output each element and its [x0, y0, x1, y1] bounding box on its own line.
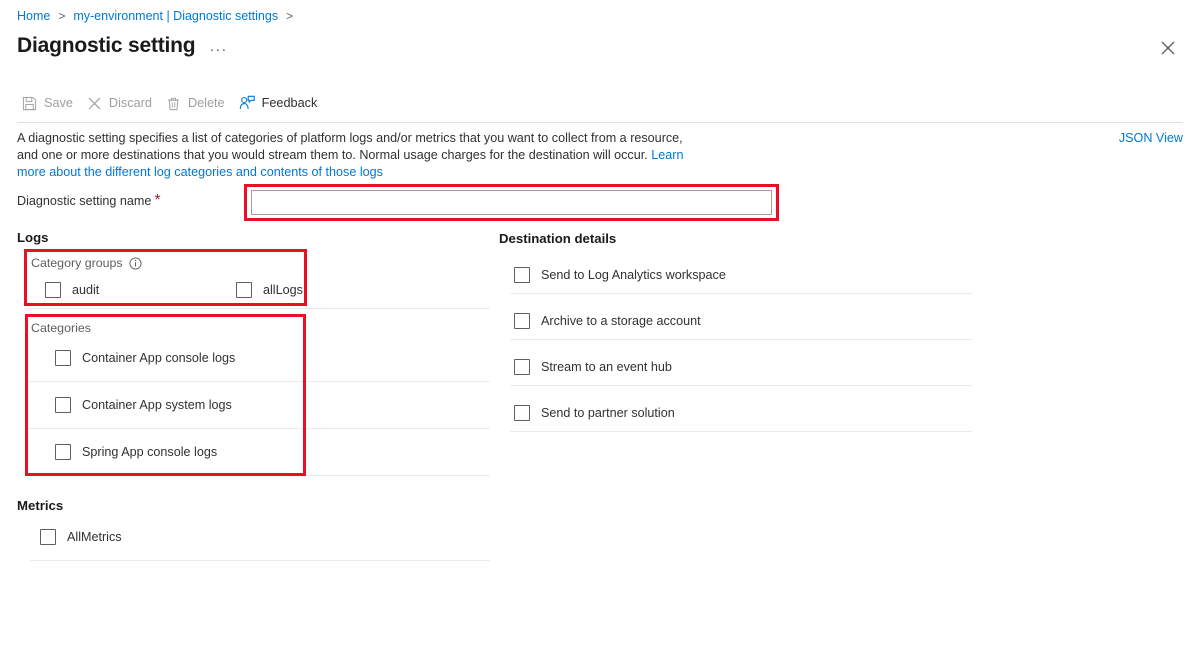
- checkbox-label-alllogs: allLogs: [263, 283, 303, 297]
- close-icon[interactable]: [1156, 36, 1180, 60]
- checkbox-label-send-to-partner-solution: Send to partner solution: [541, 406, 675, 420]
- toolbar-divider: [17, 122, 1183, 123]
- feedback-button-label: Feedback: [261, 96, 318, 110]
- checkbox-label-audit: audit: [72, 283, 100, 297]
- checkbox-archive-to-a-storage-account[interactable]: [514, 313, 530, 329]
- checkbox-label-container-app-console-logs: Container App console logs: [82, 351, 236, 365]
- checkbox-row-send-to-partner-solution[interactable]: Send to partner solution: [514, 405, 675, 421]
- discard-button[interactable]: Discard: [83, 93, 162, 114]
- command-bar: Save Discard Delete Feedback: [18, 92, 327, 114]
- checkbox-row-audit[interactable]: audit: [45, 282, 99, 298]
- checkbox-row-alllogs[interactable]: allLogs: [236, 282, 303, 298]
- more-options-button[interactable]: ···: [209, 35, 227, 58]
- save-button-label: Save: [44, 96, 73, 110]
- metrics-heading: Metrics: [17, 498, 64, 513]
- diagnostic-setting-name-input[interactable]: [251, 190, 772, 215]
- checkbox-row-container-app-system-logs[interactable]: Container App system logs: [55, 397, 232, 413]
- delete-button[interactable]: Delete: [162, 93, 235, 114]
- breadcrumb-item-home[interactable]: Home: [17, 8, 50, 24]
- checkbox-label-allmetrics: AllMetrics: [67, 530, 122, 544]
- json-view-link[interactable]: JSON View: [1119, 131, 1183, 145]
- checkbox-row-spring-app-console-logs[interactable]: Spring App console logs: [55, 444, 217, 460]
- info-icon[interactable]: [129, 256, 142, 270]
- divider-categories-1: [25, 381, 490, 382]
- checkbox-allmetrics[interactable]: [40, 529, 56, 545]
- checkbox-label-send-to-log-analytics-workspace: Send to Log Analytics workspace: [541, 268, 726, 282]
- checkbox-send-to-log-analytics-workspace[interactable]: [514, 267, 530, 283]
- checkbox-audit[interactable]: [45, 282, 61, 298]
- divider-destination-2: [510, 339, 972, 340]
- delete-icon: [166, 96, 181, 111]
- categories-label-text: Categories: [31, 321, 91, 335]
- category-groups-label: Category groups: [31, 256, 142, 270]
- checkbox-row-stream-to-an-event-hub[interactable]: Stream to an event hub: [514, 359, 672, 375]
- categories-label: Categories: [31, 321, 91, 335]
- checkbox-container-app-console-logs[interactable]: [55, 350, 71, 366]
- checkbox-send-to-partner-solution[interactable]: [514, 405, 530, 421]
- checkbox-container-app-system-logs[interactable]: [55, 397, 71, 413]
- logs-heading: Logs: [17, 230, 49, 245]
- breadcrumb: Home > my-environment | Diagnostic setti…: [17, 8, 301, 24]
- divider-categories-2: [25, 428, 490, 429]
- checkbox-label-container-app-system-logs: Container App system logs: [82, 398, 232, 412]
- discard-button-label: Discard: [108, 96, 152, 110]
- discard-icon: [87, 96, 102, 111]
- divider-destination-1: [510, 293, 972, 294]
- page-title: Diagnostic setting: [17, 34, 196, 57]
- checkbox-row-container-app-console-logs[interactable]: Container App console logs: [55, 350, 235, 366]
- destination-details-heading: Destination details: [499, 231, 617, 246]
- divider-categories-3: [25, 475, 490, 476]
- category-groups-label-text: Category groups: [31, 256, 123, 270]
- diagnostic-setting-name-label: Diagnostic setting name: [17, 194, 152, 208]
- checkbox-spring-app-console-logs[interactable]: [55, 444, 71, 460]
- divider-destination-4: [510, 431, 972, 432]
- save-icon: [22, 96, 37, 111]
- required-marker: *: [154, 192, 161, 209]
- checkbox-row-archive-to-a-storage-account[interactable]: Archive to a storage account: [514, 313, 701, 329]
- divider-metrics: [30, 560, 490, 561]
- description-body: A diagnostic setting specifies a list of…: [17, 131, 683, 162]
- divider-destination-3: [510, 385, 972, 386]
- divider-category-groups: [25, 308, 490, 309]
- checkbox-alllogs[interactable]: [236, 282, 252, 298]
- checkbox-label-stream-to-an-event-hub: Stream to an event hub: [541, 360, 672, 374]
- breadcrumb-separator-2: >: [286, 9, 294, 23]
- feedback-icon: [239, 95, 255, 111]
- checkbox-stream-to-an-event-hub[interactable]: [514, 359, 530, 375]
- title-row: Diagnostic setting ···: [17, 32, 227, 60]
- breadcrumb-separator: >: [58, 9, 66, 23]
- diagnostic-setting-name-row: Diagnostic setting name *: [17, 192, 161, 210]
- checkbox-label-archive-to-a-storage-account: Archive to a storage account: [541, 314, 701, 328]
- breadcrumb-item-environment[interactable]: my-environment | Diagnostic settings: [73, 8, 278, 24]
- checkbox-label-spring-app-console-logs: Spring App console logs: [82, 445, 218, 459]
- description-text: A diagnostic setting specifies a list of…: [17, 130, 707, 181]
- checkbox-row-allmetrics[interactable]: AllMetrics: [40, 529, 122, 545]
- delete-button-label: Delete: [187, 96, 225, 110]
- feedback-button[interactable]: Feedback: [235, 92, 328, 114]
- checkbox-row-send-to-log-analytics-workspace[interactable]: Send to Log Analytics workspace: [514, 267, 726, 283]
- save-button[interactable]: Save: [18, 93, 83, 114]
